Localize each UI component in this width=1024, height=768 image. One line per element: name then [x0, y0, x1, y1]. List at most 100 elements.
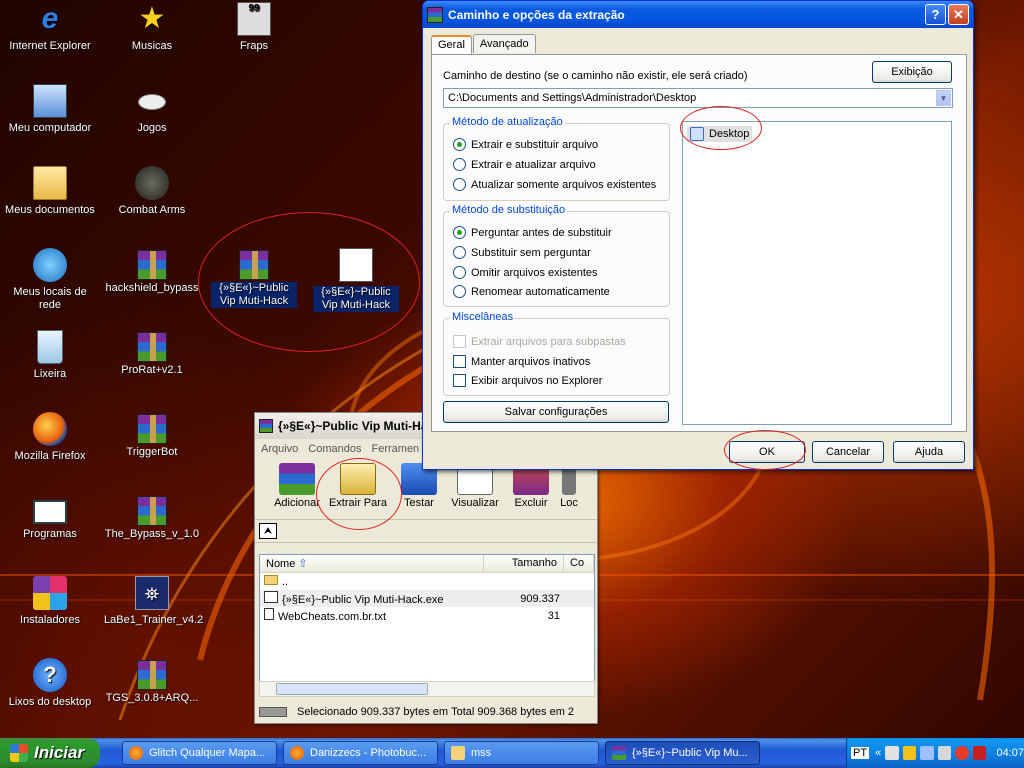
folder-tree[interactable]: Desktop [682, 121, 952, 425]
winrar-archive-icon [137, 496, 167, 526]
file-list-scrollbar[interactable] [259, 681, 595, 697]
desktop-icon-programas[interactable]: Programas [0, 494, 100, 541]
internet-explorer-icon: e [41, 2, 59, 35]
taskbar-item-winrar[interactable]: {»§E«}~Public Vip Mu... [605, 741, 760, 765]
desktop-icon-jogos[interactable]: Jogos [102, 84, 202, 135]
file-row[interactable]: {»§E«}~Public Vip Muti-Hack.exe 909.337 [260, 590, 594, 607]
desktop-icon-public-vip-exe[interactable]: {»§E«}~Public Vip Muti-Hack [306, 248, 406, 312]
desktop-icon-tgs[interactable]: TGS_3.0.8+ARQ... [102, 658, 202, 705]
delete-label: Excluir [514, 497, 548, 509]
desktop-icon-labe1-trainer[interactable]: ⛯ LaBe1_Trainer_v4.2 [102, 576, 204, 627]
taskbar-item-glitch[interactable]: Glitch Qualquer Mapa... [122, 741, 277, 765]
desktop-icon-prorat[interactable]: ProRat+v2.1 [102, 330, 202, 377]
status-selected: Selecionado 909.337 bytes em [297, 706, 449, 718]
desktop-icon-meus-locais-de-rede[interactable]: Meus locais de rede [0, 248, 100, 312]
radio-button-icon [453, 138, 466, 151]
desktop-icon-label: LaBe1_Trainer_v4.2 [104, 614, 204, 626]
taskbar-item-mss[interactable]: mss [444, 741, 599, 765]
file-row[interactable]: .. [260, 573, 594, 590]
network-icon[interactable] [920, 746, 934, 760]
dest-path-combo[interactable]: C:\Documents and Settings\Administrador\… [443, 88, 953, 108]
cancel-button[interactable]: Cancelar [812, 441, 884, 463]
winrar-title: {»§E«}~Public Vip Muti-Hack [278, 419, 441, 433]
desktop-icon-label: Combat Arms [118, 204, 186, 216]
desktop-icon-the-bypass[interactable]: The_Bypass_v_1.0 [102, 494, 202, 541]
test-label: Testar [404, 497, 434, 509]
desktop-icon-triggerbot[interactable]: TriggerBot [102, 412, 202, 459]
trainer-icon: ⛯ [135, 576, 169, 610]
desktop-icon-label: {»§E«}~Public Vip Muti-Hack [211, 282, 297, 308]
desktop-icon-meus-documentos[interactable]: Meus documentos [0, 166, 100, 217]
desktop-icon-public-vip-archive[interactable]: {»§E«}~Public Vip Muti-Hack [204, 248, 304, 308]
desktop-icon-mozilla-firefox[interactable]: Mozilla Firefox [0, 412, 100, 463]
checkbox-show-explorer[interactable]: Exibir arquivos no Explorer [453, 374, 602, 387]
winrar-app-icon [612, 746, 626, 760]
winrar-app-icon [259, 419, 273, 433]
tab-avancado[interactable]: Avançado [472, 34, 536, 53]
desktop-icon-musicas[interactable]: ★ Musicas [102, 2, 202, 53]
start-button[interactable]: Iniciar [0, 738, 100, 768]
close-button[interactable]: ✕ [948, 4, 969, 25]
combat-arms-icon [135, 166, 169, 200]
help-title-button[interactable]: ? [925, 4, 946, 25]
desktop-icon-label: Musicas [131, 40, 173, 52]
checkbox-extract-subfolders[interactable]: Extrair arquivos para subpastas [453, 335, 626, 348]
desktop-icon-lixeira[interactable]: Lixeira [0, 330, 100, 381]
desktop-icon-hackshield-bypass[interactable]: hackshield_bypass [102, 248, 202, 295]
tab-panel-geral: Caminho de destino (se o caminho não exi… [431, 54, 967, 432]
volume-icon[interactable] [937, 746, 952, 760]
column-size[interactable]: Tamanho [484, 555, 564, 572]
radio-extract-replace[interactable]: Extrair e substituir arquivo [453, 138, 598, 151]
tree-item-label: Desktop [709, 128, 750, 140]
menu-arquivo[interactable]: Arquivo [261, 443, 298, 455]
column-name[interactable]: Nome ⇧ [260, 555, 484, 572]
clock: 04:07 [996, 747, 1024, 759]
view-options-button[interactable]: Exibição [872, 61, 952, 83]
checkbox-keep-broken[interactable]: Manter arquivos inativos [453, 355, 590, 368]
radio-update-existing[interactable]: Atualizar somente arquivos existentes [453, 178, 656, 191]
radio-skip-existing[interactable]: Omitir arquivos existentes [453, 266, 598, 279]
extraction-dialog: Caminho e opções da extração ? ✕ Geral A… [422, 0, 974, 470]
column-compressed[interactable]: Co [564, 555, 594, 572]
radio-overwrite-silent[interactable]: Substituir sem perguntar [453, 246, 591, 259]
save-settings-button[interactable]: Salvar configurações [443, 401, 669, 423]
winrar-archive-icon [137, 660, 167, 690]
desktop-icon-combat-arms[interactable]: Combat Arms [102, 166, 202, 217]
tab-geral[interactable]: Geral [431, 35, 472, 54]
scrollbar-thumb[interactable] [276, 683, 428, 695]
radio-ask-before[interactable]: Perguntar antes de substituir [453, 226, 612, 239]
add-button[interactable]: Adicionar [269, 459, 325, 511]
winrar-archive-icon [137, 250, 167, 280]
desktop-icon-label: hackshield_bypass [105, 282, 199, 294]
desktop-icon-label: The_Bypass_v_1.0 [104, 528, 200, 540]
menu-comandos[interactable]: Comandos [308, 443, 361, 455]
folder-icon [451, 746, 465, 760]
file-row[interactable]: WebCheats.com.br.txt 31 [260, 607, 594, 624]
ok-button[interactable]: OK [729, 441, 805, 463]
desktop-icon-label: TriggerBot [126, 446, 178, 458]
avira-icon[interactable] [972, 746, 987, 760]
desktop-icon-instaladores[interactable]: Instaladores [0, 576, 100, 627]
tree-item-desktop[interactable]: Desktop [687, 126, 753, 142]
radio-rename-auto[interactable]: Renomear automaticamente [453, 285, 610, 298]
dialog-titlebar[interactable]: Caminho e opções da extração [423, 1, 973, 28]
block-icon[interactable] [955, 746, 969, 760]
desktop-icon-meu-computador[interactable]: Meu computador [0, 84, 100, 135]
help-button[interactable]: Ajuda [893, 441, 965, 463]
desktop-icon-fraps[interactable]: 99 Fraps [204, 2, 304, 53]
desktop-icon-internet-explorer[interactable]: e Internet Explorer [0, 2, 100, 53]
language-indicator[interactable]: PT [851, 747, 870, 759]
file-list: Nome ⇧ Tamanho Co .. {»§E«}~Public Vip M… [259, 554, 595, 690]
chevron-down-icon[interactable]: ▼ [936, 90, 951, 106]
radio-button-icon [453, 178, 466, 191]
up-folder-button[interactable]: ⮝ [259, 523, 277, 539]
desktop-icon-lixos-do-desktop[interactable]: ? Lixos do desktop [0, 658, 100, 709]
chevron-left-icon[interactable]: « [875, 747, 881, 759]
shield-icon[interactable] [902, 746, 917, 760]
antivirus-icon[interactable] [885, 746, 899, 760]
extract-to-button[interactable]: Extrair Para [325, 459, 391, 511]
menu-ferramentas[interactable]: Ferramen [372, 443, 420, 455]
radio-extract-update[interactable]: Extrair e atualizar arquivo [453, 158, 596, 171]
desktop-icon-label: Meus locais de rede [13, 286, 87, 311]
taskbar-item-photobucket[interactable]: Danizzecs - Photobuc... [283, 741, 438, 765]
